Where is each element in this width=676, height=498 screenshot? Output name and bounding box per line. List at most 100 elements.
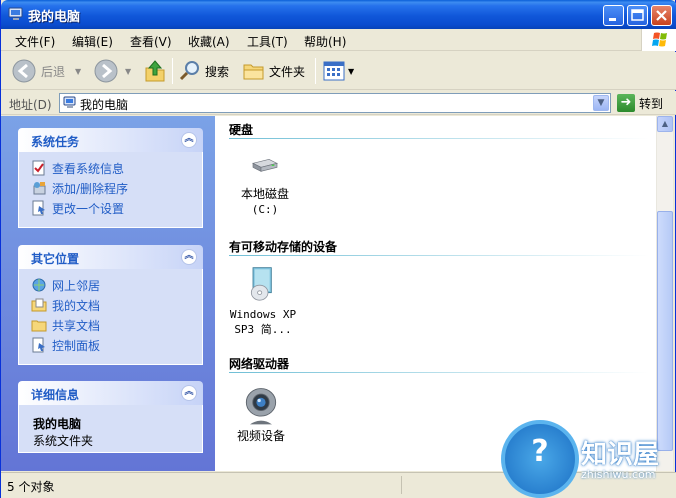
explorer-window: 我的电脑 文件(F) 编辑(E) 查看(V) 收藏(A) 工具(T) 帮助(H): [0, 0, 676, 498]
webcam-icon: [245, 388, 277, 425]
address-label: 地址(D): [9, 98, 52, 112]
task-pane: 系统任务 ︽ 查看系统信息 添加/删除程序 更改一个设置 其它位置 ︽ 网上邻居…: [1, 116, 215, 471]
details-panel: 详细信息 ︽ 我的电脑 系统文件夹: [18, 381, 203, 453]
my-computer-icon: [8, 7, 23, 20]
drive-cd-winxp[interactable]: Windows XP SP3 简...: [223, 266, 303, 336]
shared-documents-icon: [31, 320, 47, 332]
drive-local-c[interactable]: 本地磁盘 (C:): [225, 154, 305, 216]
panel-body: 网上邻居 我的文档 共享文档 控制面板: [18, 269, 203, 365]
forward-arrow-icon: [94, 59, 118, 83]
maximize-button[interactable]: [627, 5, 648, 26]
group-divider: [229, 138, 649, 139]
other-places-header[interactable]: 其它位置 ︽: [18, 245, 203, 269]
item-label: (C:): [251, 203, 279, 216]
minimize-button[interactable]: [603, 5, 624, 26]
menu-help[interactable]: 帮助(H): [304, 33, 346, 50]
status-text: 5 个对象: [7, 480, 55, 494]
vertical-scrollbar[interactable]: ▲: [656, 116, 673, 471]
folder-icon: [243, 64, 264, 80]
menu-tools[interactable]: 工具(T): [247, 33, 288, 50]
scroll-thumb[interactable]: [657, 211, 673, 451]
network-places-icon: [32, 278, 46, 292]
add-remove-programs-icon: [33, 182, 46, 195]
details-header[interactable]: 详细信息 ︽: [18, 381, 203, 405]
group-title-removable: 有可移动存储的设备: [229, 240, 338, 254]
collapse-chevron-icon[interactable]: ︽: [181, 249, 197, 265]
system-tasks-header[interactable]: 系统任务 ︽: [18, 128, 203, 152]
place-control-panel[interactable]: 控制面板: [19, 335, 202, 355]
window-title: 我的电脑: [28, 10, 81, 25]
views-dropdown-icon[interactable]: ▼: [348, 67, 354, 76]
forward-button[interactable]: ▼: [93, 56, 131, 86]
panel-body: 查看系统信息 添加/删除程序 更改一个设置: [18, 152, 203, 228]
maximize-icon: [631, 9, 644, 21]
panel-title: 详细信息: [31, 388, 80, 402]
control-panel-icon: [32, 337, 45, 353]
address-bar: 地址(D) 我的电脑 ▼ ➜ 转到: [1, 91, 676, 115]
forward-dropdown-icon[interactable]: ▼: [125, 67, 131, 76]
address-input[interactable]: 我的电脑 ▼: [59, 93, 611, 113]
my-documents-icon: [31, 298, 47, 312]
place-network[interactable]: 网上邻居: [19, 275, 202, 295]
watermark-url: zhishiwu.com: [581, 468, 656, 481]
search-icon: [179, 61, 199, 81]
system-tasks-panel: 系统任务 ︽ 查看系统信息 添加/删除程序 更改一个设置: [18, 128, 203, 228]
task-change-setting[interactable]: 更改一个设置: [19, 198, 202, 218]
folders-label: 文件夹: [269, 64, 306, 79]
device-video[interactable]: 视频设备: [221, 384, 301, 443]
back-label: 后退: [41, 64, 66, 79]
other-places-panel: 其它位置 ︽ 网上邻居 我的文档 共享文档 控制面板: [18, 245, 203, 365]
status-divider: [401, 476, 402, 494]
scroll-up-icon[interactable]: ▲: [657, 116, 673, 132]
collapse-chevron-icon[interactable]: ︽: [181, 132, 197, 148]
group-divider: [229, 372, 649, 373]
toolbar: 后退 ▼ ▼ 搜索 文件夹 ▼: [1, 52, 676, 90]
panel-title: 其它位置: [31, 252, 80, 266]
toolbar-separator: [315, 58, 316, 84]
menu-view[interactable]: 查看(V): [130, 33, 172, 50]
my-computer-icon: [63, 96, 76, 108]
go-button[interactable]: ➜ 转到: [617, 94, 663, 112]
group-title-hard-disks: 硬盘: [229, 123, 254, 137]
folders-button[interactable]: 文件夹: [242, 56, 305, 86]
group-divider: [229, 255, 649, 256]
go-label: 转到: [639, 96, 664, 111]
details-type: 系统文件夹: [33, 434, 94, 448]
windows-logo-icon: [641, 29, 676, 51]
search-button[interactable]: 搜索: [178, 56, 229, 86]
back-button[interactable]: 后退 ▼: [11, 56, 81, 86]
item-label: 视频设备: [236, 429, 285, 443]
place-shared-documents[interactable]: 共享文档: [19, 315, 202, 335]
menu-bar: 文件(F) 编辑(E) 查看(V) 收藏(A) 工具(T) 帮助(H): [1, 29, 676, 51]
control-panel-icon: [32, 200, 45, 216]
minimize-icon: [609, 18, 616, 21]
panel-title: 系统任务: [31, 135, 80, 149]
close-button[interactable]: [651, 5, 672, 26]
watermark-text: 知识屋: [581, 440, 660, 470]
group-title-network-drives: 网络驱动器: [229, 357, 290, 371]
title-bar[interactable]: 我的电脑: [1, 0, 676, 29]
system-info-icon: [32, 160, 45, 176]
question-mark-icon: ?: [531, 434, 549, 469]
task-add-remove-programs[interactable]: 添加/删除程序: [19, 178, 202, 198]
file-view: 硬盘 本地磁盘 (C:) 有可移动存储的设备 Windows XP SP3 简.…: [215, 116, 656, 471]
address-dropdown-icon[interactable]: ▼: [593, 95, 609, 111]
menu-file[interactable]: 文件(F): [15, 33, 55, 50]
task-view-system-info[interactable]: 查看系统信息: [19, 158, 202, 178]
menu-edit[interactable]: 编辑(E): [72, 33, 113, 50]
search-label: 搜索: [205, 64, 230, 79]
place-my-documents[interactable]: 我的文档: [19, 295, 202, 315]
views-button[interactable]: ▼: [322, 56, 354, 86]
back-dropdown-icon[interactable]: ▼: [75, 67, 81, 76]
item-label: 本地磁盘: [240, 187, 289, 201]
toolbar-separator: [172, 58, 173, 84]
watermark-logo: ? 知识屋 zhishiwu.com: [501, 420, 676, 498]
up-folder-button[interactable]: [143, 56, 167, 86]
hard-disk-icon: [252, 158, 278, 172]
details-name: 我的电脑: [33, 417, 82, 431]
menu-favorites[interactable]: 收藏(A): [188, 33, 230, 50]
address-value: 我的电脑: [80, 98, 129, 112]
collapse-chevron-icon[interactable]: ︽: [181, 385, 197, 401]
back-arrow-icon: [12, 59, 36, 83]
cd-drive-icon: [250, 267, 272, 301]
